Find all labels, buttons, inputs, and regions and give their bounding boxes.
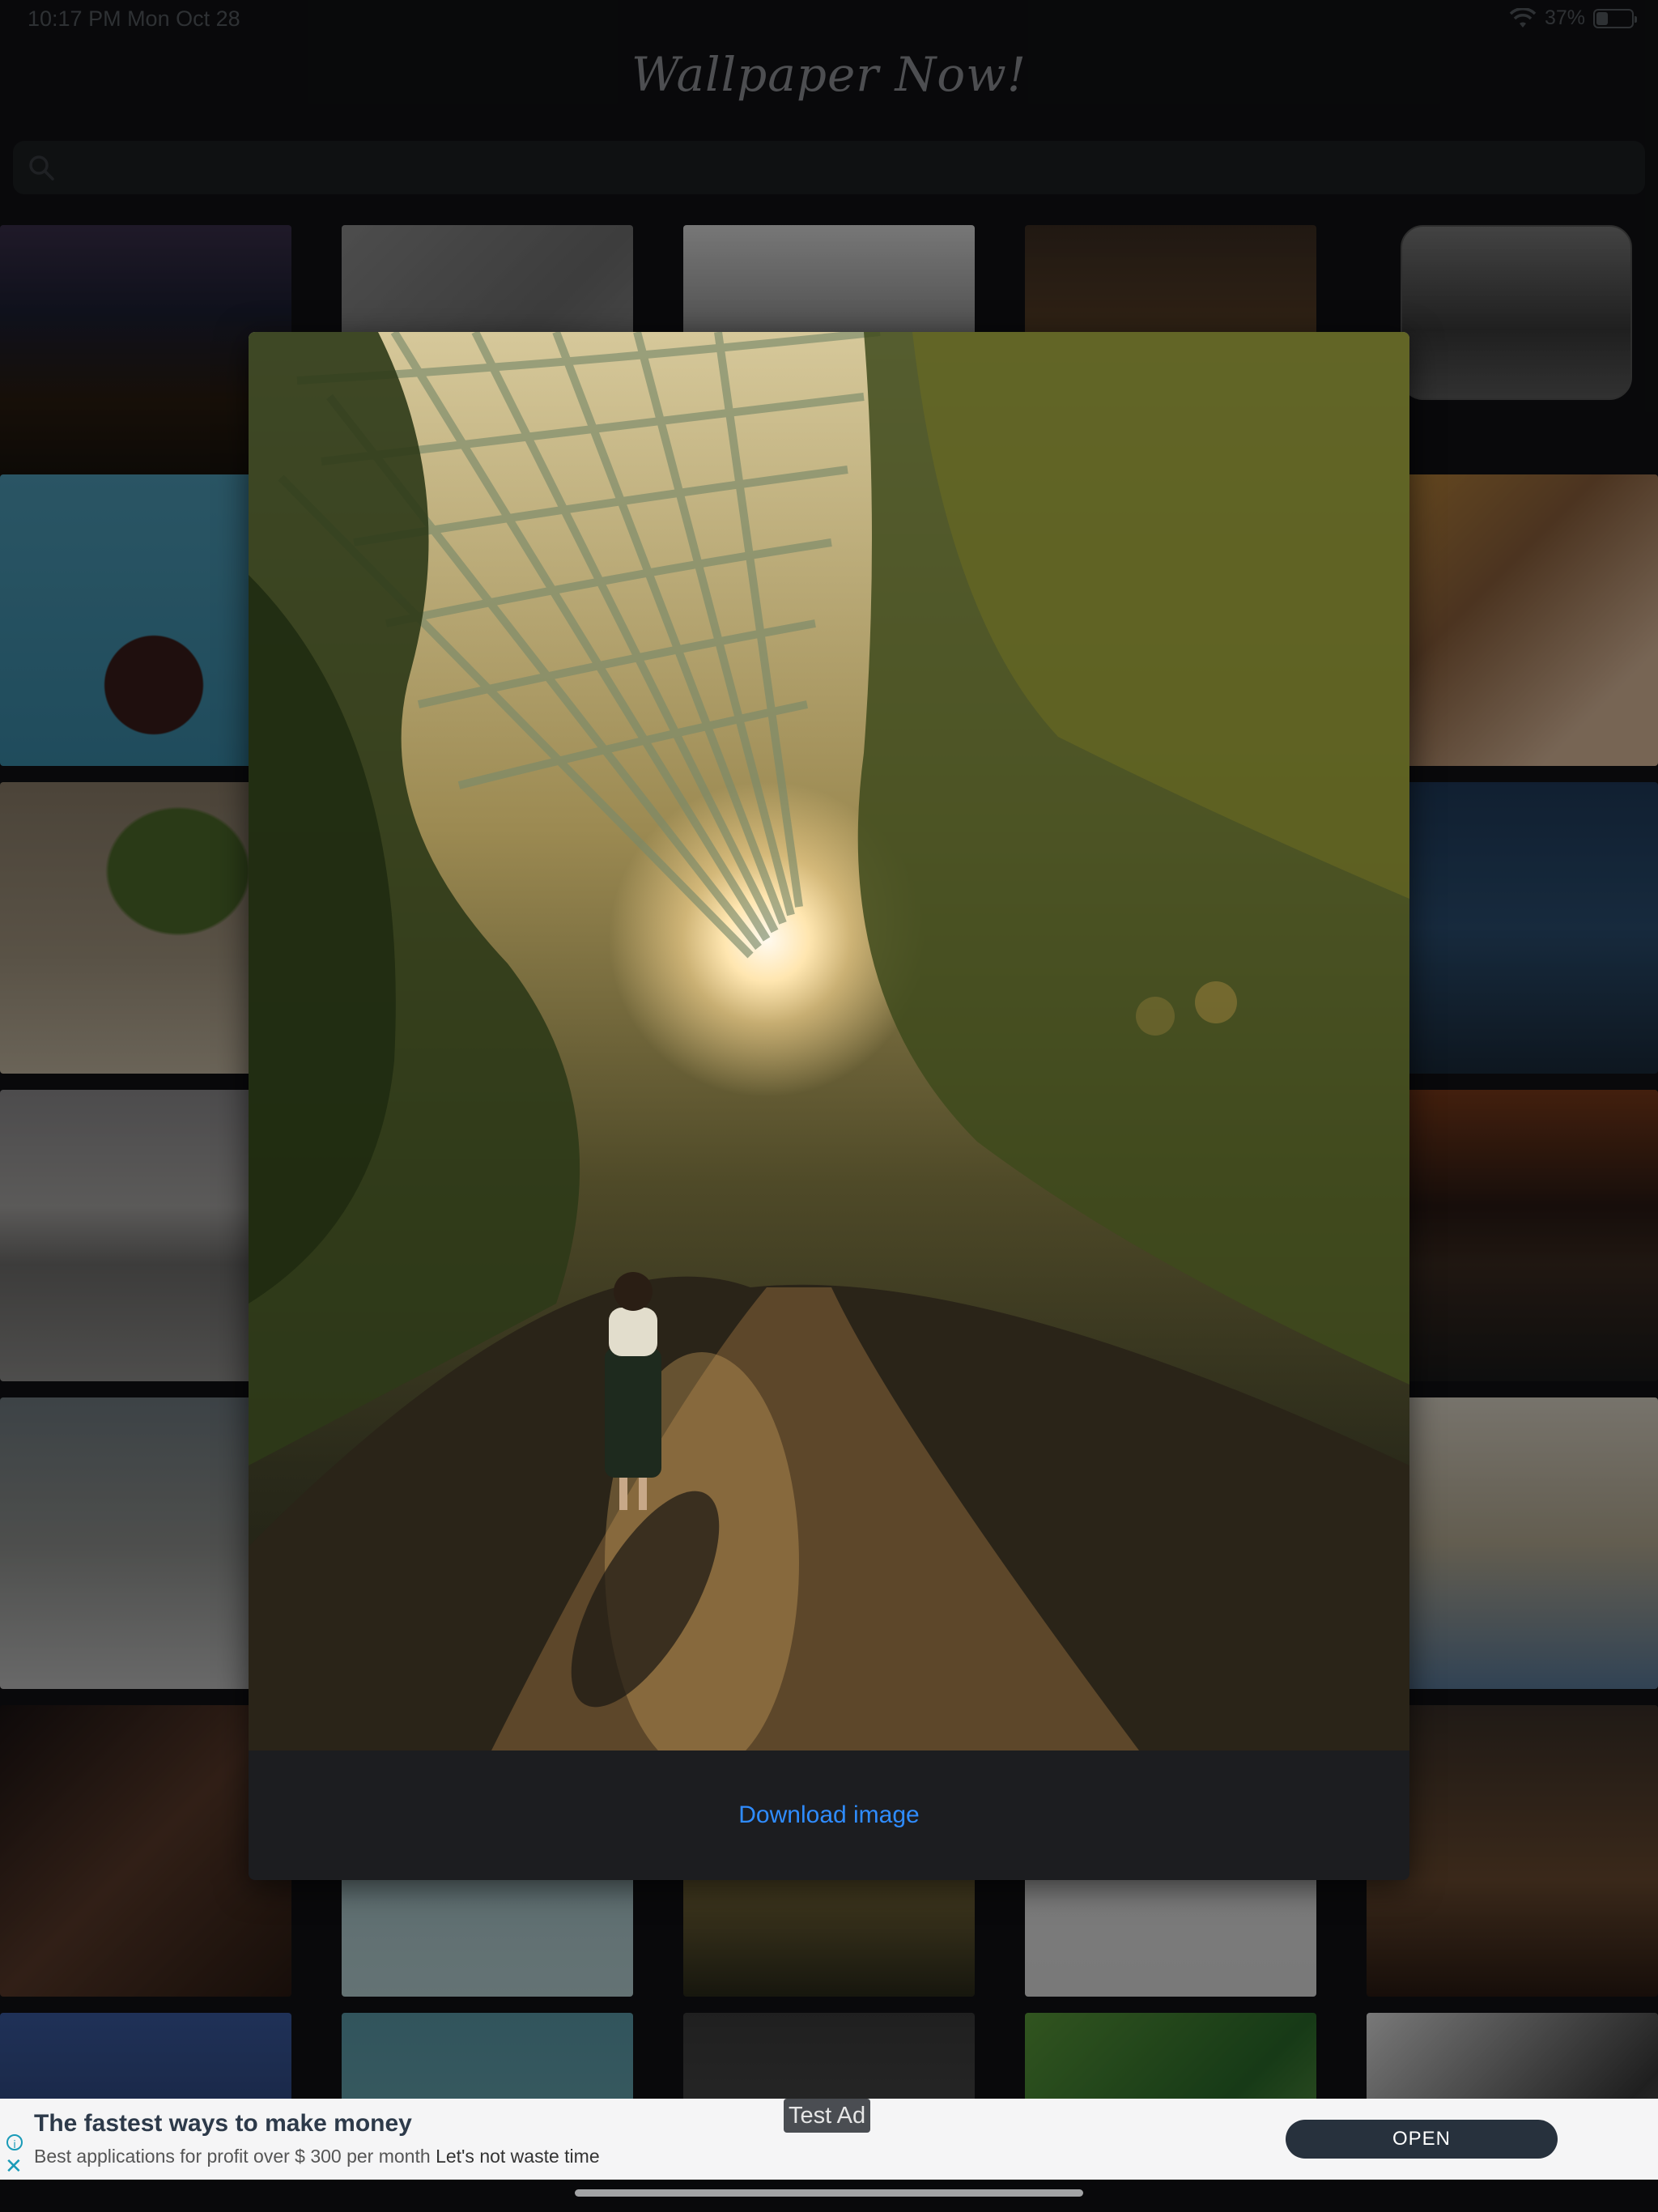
ad-description-suffix: Let's not waste time — [436, 2146, 600, 2167]
download-image-button[interactable]: Download image — [249, 1750, 1409, 1880]
test-ad-badge: Test Ad — [784, 2099, 871, 2133]
ad-title: The fastest ways to make money — [34, 2110, 412, 2137]
greenhouse-illustration — [249, 332, 1409, 1750]
close-icon[interactable]: ✕ — [5, 2155, 23, 2176]
ad-open-button[interactable]: OPEN — [1286, 2120, 1558, 2159]
ad-description: Best applications for profit over $ 300 … — [34, 2146, 600, 2167]
ad-description-text: Best applications for profit over $ 300 … — [34, 2146, 431, 2167]
wallpaper-preview-image — [249, 332, 1409, 1750]
wallpaper-preview-modal: Download image — [249, 332, 1409, 1880]
info-icon[interactable]: i — [6, 2134, 23, 2150]
home-indicator[interactable] — [575, 2189, 1083, 2197]
